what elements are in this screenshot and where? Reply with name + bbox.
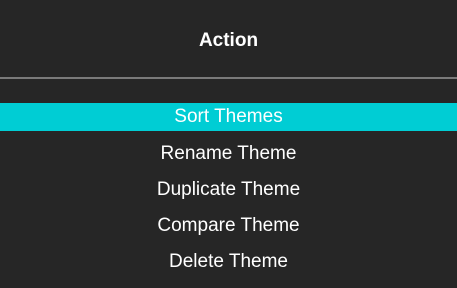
menu-item-delete-theme[interactable]: Delete Theme xyxy=(0,247,457,283)
menu-item-compare-theme[interactable]: Compare Theme xyxy=(0,211,457,247)
menu-item-sort-themes[interactable]: Sort Themes xyxy=(0,103,457,131)
action-menu: Sort Themes Rename Theme Duplicate Theme… xyxy=(0,103,457,283)
menu-item-duplicate-theme[interactable]: Duplicate Theme xyxy=(0,175,457,211)
dialog-title: Action xyxy=(198,30,259,51)
menu-item-rename-theme[interactable]: Rename Theme xyxy=(0,139,457,175)
action-dialog: Action Sort Themes Rename Theme Duplicat… xyxy=(0,0,457,288)
title-divider xyxy=(0,77,457,79)
